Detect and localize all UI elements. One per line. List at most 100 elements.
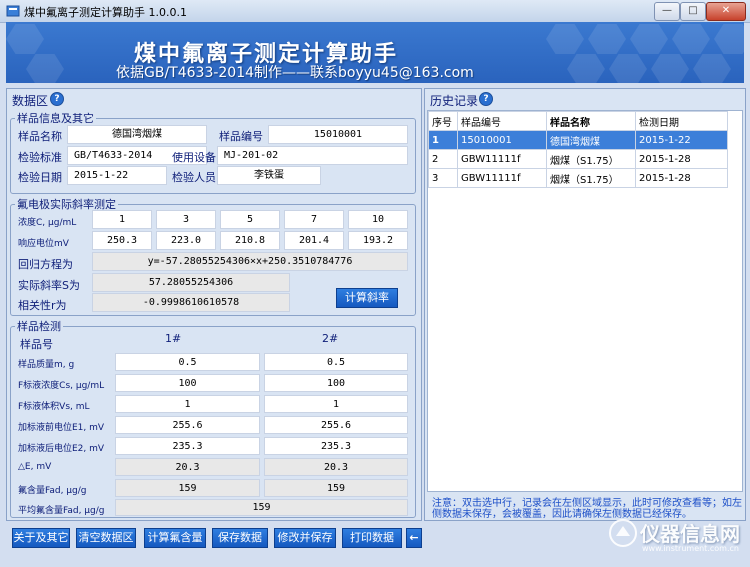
- concentration-input[interactable]: 10: [348, 210, 408, 229]
- concentration-label: 浓度C, μg/mL: [18, 218, 77, 228]
- device-field[interactable]: MJ-201-02: [217, 146, 408, 165]
- about-button[interactable]: 关于及其它: [12, 528, 70, 548]
- correlation-field: -0.9998610610578: [92, 293, 290, 312]
- detection-row-label: 加标液前电位E1, mV: [18, 423, 105, 433]
- std-vol-1-input[interactable]: 1: [115, 395, 260, 413]
- inspector-field[interactable]: 李铁蛋: [217, 166, 321, 185]
- standard-label: 检验标准: [18, 151, 62, 164]
- maximize-button[interactable]: □: [680, 2, 706, 21]
- help-icon[interactable]: ?: [479, 92, 493, 106]
- inspector-label: 检验人员: [172, 171, 216, 184]
- potential-input[interactable]: 201.4: [284, 231, 344, 250]
- row-date: 2015-1-22: [635, 130, 728, 150]
- sample-no-label: 样品号: [20, 338, 53, 351]
- app-banner: 煤中氟离子测定计算助手 依据GB/T4633-2014制作——联系boyyu45…: [6, 22, 744, 83]
- average-fluorine-label: 平均氟含量Fad, μg/g: [18, 506, 105, 516]
- fluorine-2-field: 159: [264, 479, 408, 497]
- modify-save-button[interactable]: 修改并保存: [274, 528, 336, 548]
- save-data-button[interactable]: 保存数据: [212, 528, 268, 548]
- device-label: 使用设备: [172, 151, 216, 164]
- collapse-arrow-button[interactable]: ←: [406, 528, 422, 548]
- detection-row-label: F标液体积Vs, mL: [18, 402, 90, 412]
- std-conc-2-input[interactable]: 100: [264, 374, 408, 392]
- detection-row-label: F标液浓度Cs, μg/mL: [18, 381, 105, 391]
- std-vol-2-input[interactable]: 1: [264, 395, 408, 413]
- delta-e-2-field: 20.3: [264, 458, 408, 476]
- regression-label: 回归方程为: [18, 258, 73, 271]
- fluorine-1-field: 159: [115, 479, 260, 497]
- std-conc-1-input[interactable]: 100: [115, 374, 260, 392]
- history-header-row: 序号 样品编号 样品名称 检测日期: [428, 111, 728, 131]
- row-sample-id: GBW11111f: [457, 168, 547, 188]
- concentration-input[interactable]: 3: [156, 210, 216, 229]
- row-index: 2: [428, 149, 458, 169]
- detection-row-label: △E, mV: [18, 462, 52, 472]
- history-col-index[interactable]: 序号: [428, 111, 458, 131]
- e2-2-input[interactable]: 235.3: [264, 437, 408, 455]
- potential-input[interactable]: 193.2: [348, 231, 408, 250]
- row-sample-name: 德国湾烟煤: [546, 130, 636, 150]
- title-bar: 煤中氟离子测定计算助手 1.0.0.1 — □ ✕: [0, 0, 750, 23]
- watermark-logo: 仪器信息网 www.instrument.com.cn: [608, 512, 746, 560]
- table-row[interactable]: 1 15010001 德国湾烟煤 2015-1-22: [428, 130, 728, 150]
- sample-id-label: 样品编号: [219, 130, 263, 143]
- column-2-header: 2#: [322, 332, 339, 345]
- e1-1-input[interactable]: 255.6: [115, 416, 260, 434]
- mass-1-input[interactable]: 0.5: [115, 353, 260, 371]
- date-label: 检验日期: [18, 171, 62, 184]
- potential-input[interactable]: 210.8: [220, 231, 280, 250]
- potential-input[interactable]: 223.0: [156, 231, 216, 250]
- actual-slope-label: 实际斜率S为: [18, 279, 80, 292]
- row-index: 1: [428, 130, 458, 150]
- watermark-text: 仪器信息网: [640, 522, 740, 546]
- delta-e-1-field: 20.3: [115, 458, 260, 476]
- mass-2-input[interactable]: 0.5: [264, 353, 408, 371]
- watermark-url: www.instrument.com.cn: [642, 544, 739, 553]
- table-row[interactable]: 2 GBW11111f 烟煤（S1.75） 2015-1-28: [428, 149, 728, 169]
- watermark-icon: [609, 519, 637, 547]
- sample-name-field[interactable]: 德国湾烟煤: [67, 125, 207, 144]
- minimize-button[interactable]: —: [654, 2, 680, 21]
- banner-subtitle: 依据GB/T4633-2014制作——联系boyyu45@163.com: [116, 65, 474, 81]
- concentration-input[interactable]: 1: [92, 210, 152, 229]
- regression-field: y=-57.28055254306×x+250.3510784776: [92, 252, 408, 271]
- sample-info-legend: 样品信息及其它: [17, 112, 94, 125]
- correlation-label: 相关性r为: [18, 299, 67, 312]
- history-col-name[interactable]: 样品名称: [546, 111, 636, 131]
- calculate-fluorine-button[interactable]: 计算氟含量: [144, 528, 206, 548]
- history-col-date[interactable]: 检测日期: [635, 111, 728, 131]
- detection-row-label: 氟含量Fad, μg/g: [18, 486, 87, 496]
- detection-legend: 样品检测: [17, 320, 61, 333]
- average-fluorine-field: 159: [115, 499, 408, 516]
- history-col-id[interactable]: 样品编号: [457, 111, 547, 131]
- row-sample-id: GBW11111f: [457, 149, 547, 169]
- detection-row-label: 样品质量m, g: [18, 360, 75, 370]
- e2-1-input[interactable]: 235.3: [115, 437, 260, 455]
- help-icon[interactable]: ?: [50, 92, 64, 106]
- row-sample-id: 15010001: [457, 130, 547, 150]
- potential-label: 响应电位mV: [18, 239, 69, 249]
- potential-input[interactable]: 250.3: [92, 231, 152, 250]
- print-data-button[interactable]: 打印数据: [342, 528, 402, 548]
- close-button[interactable]: ✕: [706, 2, 746, 21]
- e1-2-input[interactable]: 255.6: [264, 416, 408, 434]
- data-area-title: 数据区: [12, 94, 49, 108]
- row-date: 2015-1-28: [635, 168, 728, 188]
- app-icon: [6, 5, 20, 17]
- clear-data-button[interactable]: 清空数据区: [76, 528, 136, 548]
- concentration-input[interactable]: 5: [220, 210, 280, 229]
- history-title: 历史记录: [430, 94, 479, 108]
- concentration-input[interactable]: 7: [284, 210, 344, 229]
- sample-id-field[interactable]: 15010001: [268, 125, 408, 144]
- date-field[interactable]: 2015-1-22: [67, 166, 167, 185]
- detection-row-label: 加标液后电位E2, mV: [18, 444, 105, 454]
- table-row[interactable]: 3 GBW11111f 烟煤（S1.75） 2015-1-28: [428, 168, 728, 188]
- row-index: 3: [428, 168, 458, 188]
- history-table: 序号 样品编号 样品名称 检测日期 1 15010001 德国湾烟煤 2015-…: [428, 111, 728, 188]
- column-1-header: 1#: [165, 332, 182, 345]
- window-title: 煤中氟离子测定计算助手 1.0.0.1: [24, 6, 187, 19]
- row-sample-name: 烟煤（S1.75）: [546, 168, 636, 188]
- calculate-slope-button[interactable]: 计算斜率: [336, 288, 398, 308]
- row-sample-name: 烟煤（S1.75）: [546, 149, 636, 169]
- sample-name-label: 样品名称: [18, 130, 62, 143]
